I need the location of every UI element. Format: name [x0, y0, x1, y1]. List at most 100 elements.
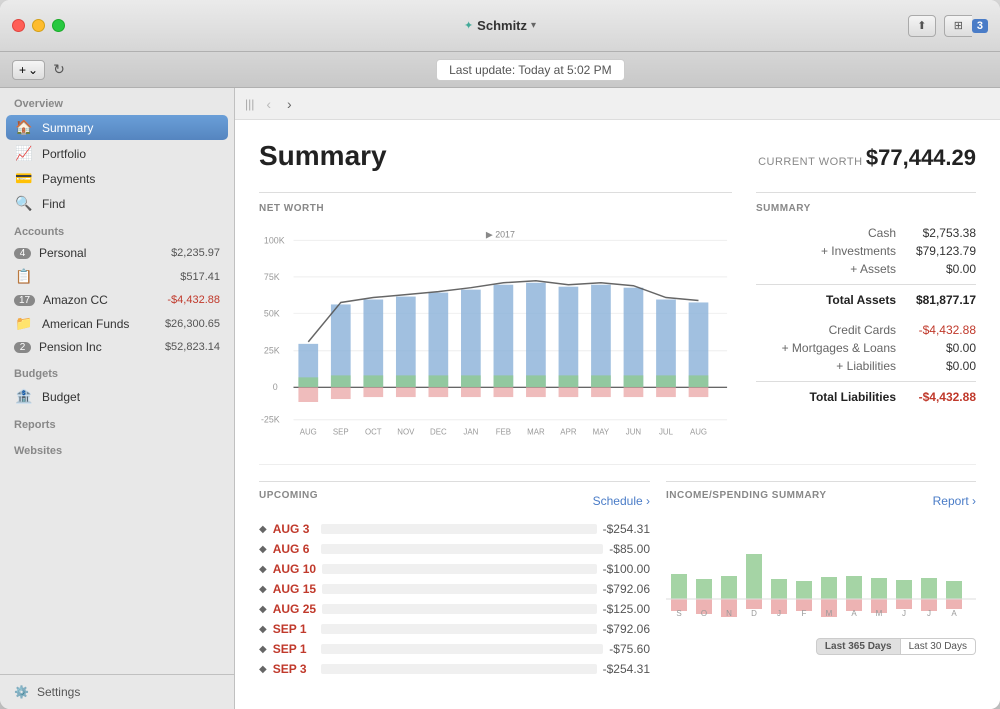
upcoming-row-amount: -$85.00 — [609, 542, 650, 556]
mortgages-row: + Mortgages & Loans $0.00 — [756, 339, 976, 357]
upcoming-row-amount: -$75.60 — [609, 642, 650, 656]
portfolio-label: Portfolio — [42, 147, 220, 161]
sidebar-item-amazon[interactable]: 17 Amazon CC -$4,432.88 — [0, 289, 234, 311]
sidebar-item-payments[interactable]: 💳 Payments — [0, 166, 234, 191]
svg-text:J: J — [777, 609, 781, 618]
upcoming-row-date: AUG 25 — [273, 602, 316, 616]
sidebar-item-summary[interactable]: 🏠 Summary — [6, 115, 228, 140]
investments-label: + Investments — [756, 244, 896, 258]
svg-text:JAN: JAN — [463, 428, 478, 437]
mortgages-value: $0.00 — [896, 341, 976, 355]
upcoming-row-arrow: ◆ — [259, 624, 267, 635]
title-icon: ✦ — [464, 19, 473, 32]
upcoming-row-desc — [322, 584, 597, 594]
summary-section: SUMMARY Cash $2,753.38 + Investments $79… — [756, 192, 976, 444]
sidebar-item-portfolio[interactable]: 📈 Portfolio — [0, 141, 234, 166]
export-button[interactable]: ⬆ — [908, 15, 936, 37]
svg-text:JUN: JUN — [626, 428, 642, 437]
cash-value: $2,753.38 — [896, 226, 976, 240]
net-worth-chart-svg: 100K 75K 50K 25K 0 -25K — [259, 224, 732, 444]
income-section: INCOME/SPENDING SUMMARY Report › — [666, 481, 976, 679]
svg-text:A: A — [951, 609, 957, 618]
upcoming-row: ◆ AUG 15 -$792.06 — [259, 579, 650, 599]
report-link[interactable]: Report › — [933, 494, 976, 508]
upcoming-row-date: AUG 15 — [273, 582, 316, 596]
upcoming-row: ◆ SEP 1 -$75.60 — [259, 639, 650, 659]
upcoming-row-date: AUG 3 — [273, 522, 315, 536]
pension-value: $52,823.14 — [165, 341, 220, 353]
upcoming-row-arrow: ◆ — [259, 584, 267, 595]
svg-text:▶ 2017: ▶ 2017 — [486, 229, 515, 239]
svg-text:D: D — [751, 609, 757, 618]
svg-text:-25K: -25K — [261, 415, 280, 425]
liabilities-label: + Liabilities — [756, 359, 896, 373]
svg-text:N: N — [726, 609, 732, 618]
last-30-days-button[interactable]: Last 30 Days — [901, 638, 976, 655]
view-button[interactable]: ⊞ — [944, 15, 972, 37]
payments-label: Payments — [42, 172, 220, 186]
svg-text:DEC: DEC — [430, 428, 447, 437]
content-toolbar: ||| ‹ › — [235, 88, 1000, 120]
upcoming-row-arrow: ◆ — [259, 644, 267, 655]
svg-text:NOV: NOV — [397, 428, 415, 437]
income-heading: INCOME/SPENDING SUMMARY — [666, 490, 827, 501]
amazon-value: -$4,432.88 — [167, 294, 220, 306]
liabilities-row: + Liabilities $0.00 — [756, 357, 976, 375]
assets-row: + Assets $0.00 — [756, 260, 976, 278]
summary-top: NET WORTH 100K 75K 50K 25K 0 -25K — [259, 192, 976, 444]
titlebar: ✦ Schmitz ▾ ⬆ ⊞ 3 — [0, 0, 1000, 52]
sidebar-item-budget[interactable]: 🏦 Budget — [0, 384, 234, 409]
svg-text:FEB: FEB — [496, 428, 511, 437]
upcoming-row-date: SEP 1 — [273, 642, 315, 656]
maximize-button[interactable] — [52, 19, 65, 32]
total-assets-label: Total Assets — [756, 293, 896, 307]
schedule-link[interactable]: Schedule › — [593, 494, 650, 508]
sidebar-item-account2[interactable]: 📋 $517.41 — [0, 264, 234, 289]
current-worth-label: CURRENT WORTH — [758, 156, 862, 168]
investments-row: + Investments $79,123.79 — [756, 242, 976, 260]
personal-value: $2,235.97 — [171, 247, 220, 259]
summary-label: Summary — [42, 121, 220, 135]
svg-text:25K: 25K — [264, 346, 280, 356]
upcoming-header: UPCOMING Schedule › — [259, 490, 650, 511]
credit-cards-value: -$4,432.88 — [896, 323, 976, 337]
notification-badge: 3 — [972, 19, 988, 33]
sidebar-bottom: ⚙️ Settings — [0, 674, 234, 709]
refresh-button[interactable]: ↻ — [53, 61, 65, 78]
add-button[interactable]: + ⌄ — [12, 60, 45, 80]
svg-text:50K: 50K — [264, 308, 280, 318]
svg-text:AUG: AUG — [300, 428, 317, 437]
find-label: Find — [42, 197, 220, 211]
close-button[interactable] — [12, 19, 25, 32]
net-worth-chart: 100K 75K 50K 25K 0 -25K — [259, 224, 732, 444]
settings-icon: ⚙️ — [14, 685, 29, 699]
svg-text:JUL: JUL — [659, 428, 674, 437]
total-liabilities-value: -$4,432.88 — [896, 390, 976, 404]
nav-back-button[interactable]: ‹ — [262, 96, 275, 112]
amazon-label: Amazon CC — [43, 293, 159, 307]
upcoming-rows: ◆ AUG 3 -$254.31 ◆ AUG 6 -$85.00 ◆ AUG 1… — [259, 519, 650, 679]
sidebar-item-personal[interactable]: 4 Personal $2,235.97 — [0, 242, 234, 264]
mortgages-label: + Mortgages & Loans — [756, 341, 896, 355]
minimize-button[interactable] — [32, 19, 45, 32]
worth-right: CURRENT WORTH $77,444.29 — [758, 145, 976, 171]
svg-text:J: J — [927, 609, 931, 618]
budget-icon: 🏦 — [14, 388, 34, 405]
budget-label: Budget — [42, 390, 220, 404]
amazon-badge: 17 — [14, 295, 35, 306]
svg-text:0: 0 — [273, 382, 278, 392]
title-dropdown-icon[interactable]: ▾ — [531, 20, 536, 31]
upcoming-row-arrow: ◆ — [259, 664, 267, 675]
sidebar-item-find[interactable]: 🔍 Find — [0, 191, 234, 216]
page-title: Summary — [259, 140, 387, 172]
upcoming-row-amount: -$125.00 — [603, 602, 650, 616]
summary-icon: 🏠 — [14, 119, 34, 136]
pension-badge: 2 — [14, 342, 31, 353]
sidebar-item-settings[interactable]: ⚙️ Settings — [14, 685, 220, 699]
net-worth-section: NET WORTH 100K 75K 50K 25K 0 -25K — [259, 192, 732, 444]
total-assets-row: Total Assets $81,877.17 — [756, 291, 976, 309]
sidebar-item-american-funds[interactable]: 📁 American Funds $26,300.65 — [0, 311, 234, 336]
last-365-days-button[interactable]: Last 365 Days — [816, 638, 901, 655]
nav-forward-button[interactable]: › — [283, 96, 296, 112]
sidebar-item-pension[interactable]: 2 Pension Inc $52,823.14 — [0, 336, 234, 358]
